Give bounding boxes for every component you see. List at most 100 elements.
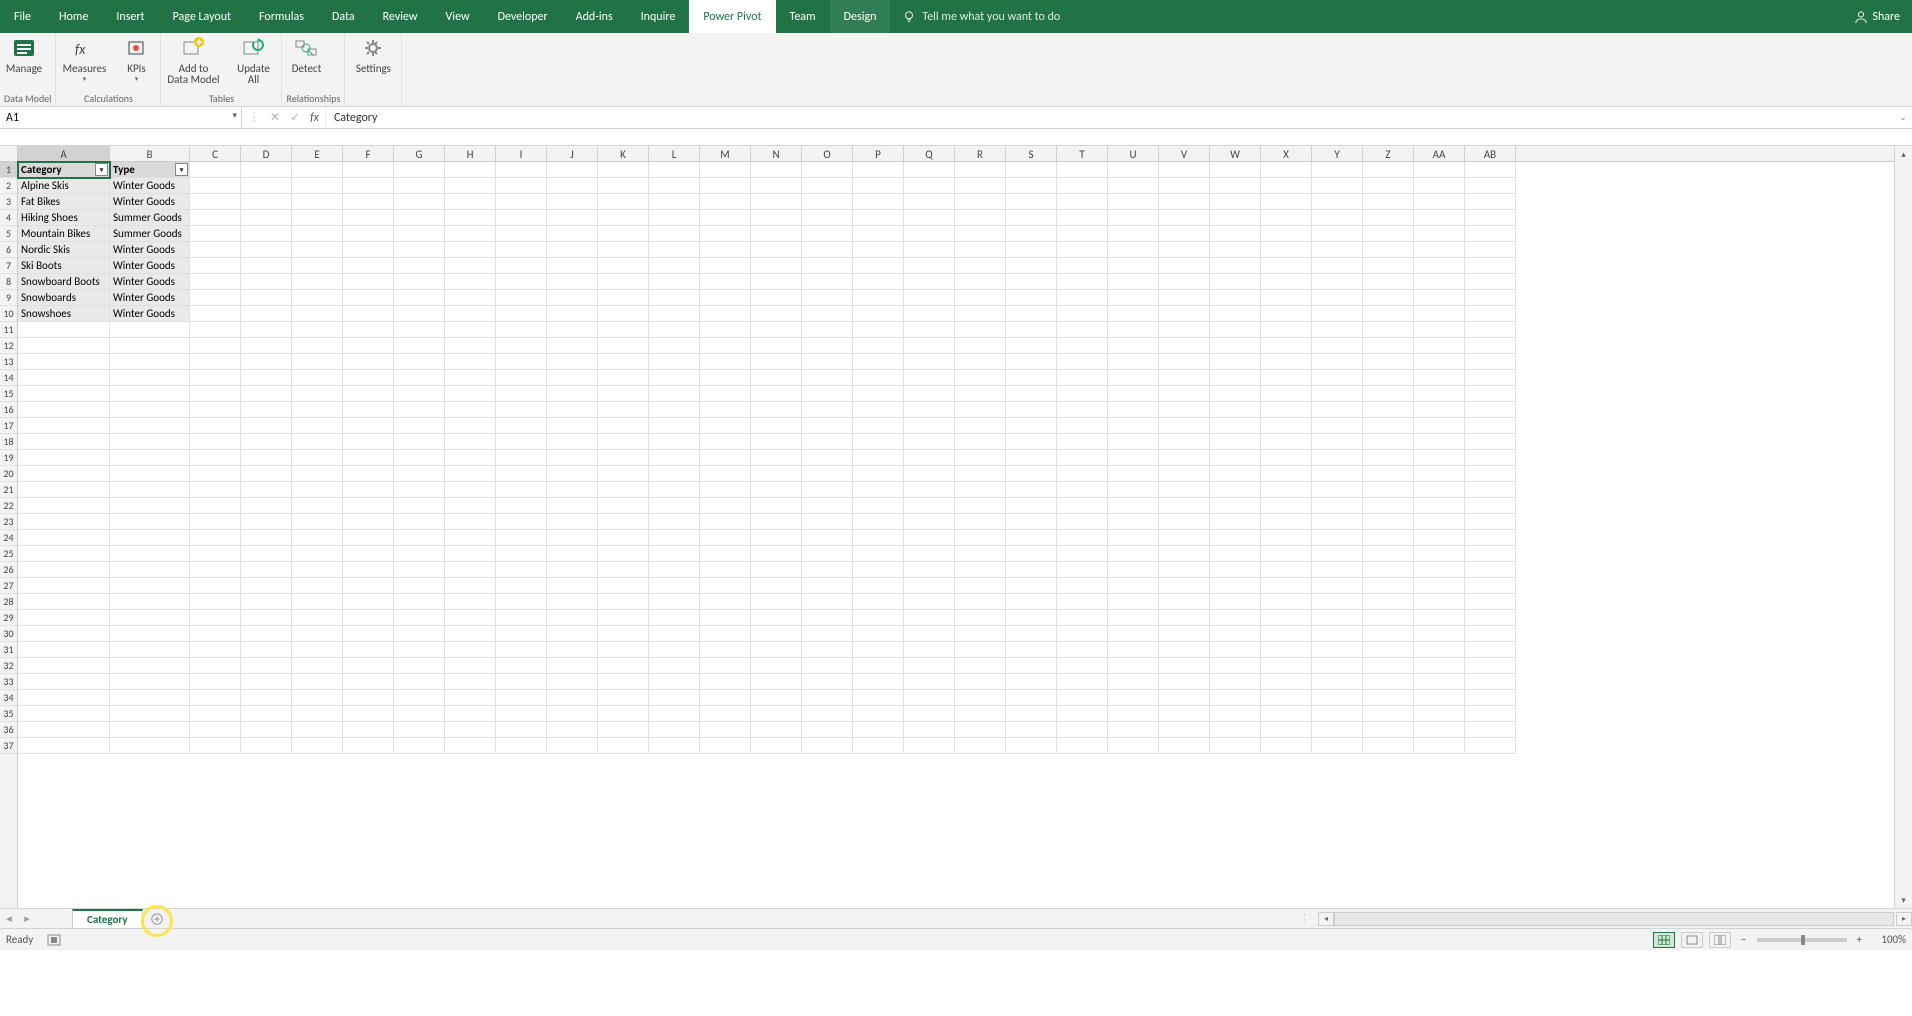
cell-J27[interactable] (547, 578, 598, 594)
menu-tab-view[interactable]: View (432, 0, 484, 33)
cell-T34[interactable] (1057, 690, 1108, 706)
cell-E14[interactable] (292, 370, 343, 386)
cell-AA9[interactable] (1414, 290, 1465, 306)
cell-J15[interactable] (547, 386, 598, 402)
cell-AB14[interactable] (1465, 370, 1516, 386)
cell-H29[interactable] (445, 610, 496, 626)
cell-O21[interactable] (802, 482, 853, 498)
cell-AB17[interactable] (1465, 418, 1516, 434)
cell-C26[interactable] (190, 562, 241, 578)
cell-C20[interactable] (190, 466, 241, 482)
cell-H18[interactable] (445, 434, 496, 450)
cell-V27[interactable] (1159, 578, 1210, 594)
cell-O32[interactable] (802, 658, 853, 674)
menu-tab-data[interactable]: Data (318, 0, 369, 33)
cell-Z32[interactable] (1363, 658, 1414, 674)
cell-Y13[interactable] (1312, 354, 1363, 370)
cell-C14[interactable] (190, 370, 241, 386)
cell-F14[interactable] (343, 370, 394, 386)
cell-I3[interactable] (496, 194, 547, 210)
column-header-L[interactable]: L (649, 146, 700, 162)
cell-W4[interactable] (1210, 210, 1261, 226)
cell-B34[interactable] (110, 690, 190, 706)
cell-V8[interactable] (1159, 274, 1210, 290)
cell-M15[interactable] (700, 386, 751, 402)
cell-AA33[interactable] (1414, 674, 1465, 690)
cell-AA20[interactable] (1414, 466, 1465, 482)
cell-M1[interactable] (700, 162, 751, 178)
cell-R31[interactable] (955, 642, 1006, 658)
cell-P37[interactable] (853, 738, 904, 754)
cell-L5[interactable] (649, 226, 700, 242)
cell-Y23[interactable] (1312, 514, 1363, 530)
cell-U20[interactable] (1108, 466, 1159, 482)
cell-X34[interactable] (1261, 690, 1312, 706)
cell-M10[interactable] (700, 306, 751, 322)
cell-G18[interactable] (394, 434, 445, 450)
menu-tab-review[interactable]: Review (369, 0, 432, 33)
cell-I36[interactable] (496, 722, 547, 738)
cell-K27[interactable] (598, 578, 649, 594)
cell-B3[interactable]: Winter Goods (110, 194, 190, 210)
cell-R3[interactable] (955, 194, 1006, 210)
cell-AA14[interactable] (1414, 370, 1465, 386)
row-header-37[interactable]: 37 (0, 738, 17, 754)
cell-X11[interactable] (1261, 322, 1312, 338)
cell-D4[interactable] (241, 210, 292, 226)
cell-E17[interactable] (292, 418, 343, 434)
cell-J22[interactable] (547, 498, 598, 514)
row-header-25[interactable]: 25 (0, 546, 17, 562)
cell-X3[interactable] (1261, 194, 1312, 210)
cell-F20[interactable] (343, 466, 394, 482)
cell-G22[interactable] (394, 498, 445, 514)
row-header-17[interactable]: 17 (0, 418, 17, 434)
column-header-X[interactable]: X (1261, 146, 1312, 162)
column-header-N[interactable]: N (751, 146, 802, 162)
cell-D30[interactable] (241, 626, 292, 642)
cell-B11[interactable] (110, 322, 190, 338)
cell-T11[interactable] (1057, 322, 1108, 338)
cell-AA28[interactable] (1414, 594, 1465, 610)
cell-Q36[interactable] (904, 722, 955, 738)
cell-J8[interactable] (547, 274, 598, 290)
row-header-13[interactable]: 13 (0, 354, 17, 370)
cell-T7[interactable] (1057, 258, 1108, 274)
enter-formula-icon[interactable]: ✓ (290, 110, 300, 125)
cell-X23[interactable] (1261, 514, 1312, 530)
cell-V23[interactable] (1159, 514, 1210, 530)
cell-O9[interactable] (802, 290, 853, 306)
cell-C25[interactable] (190, 546, 241, 562)
cell-H30[interactable] (445, 626, 496, 642)
cell-H24[interactable] (445, 530, 496, 546)
cell-N35[interactable] (751, 706, 802, 722)
cell-C22[interactable] (190, 498, 241, 514)
cell-N14[interactable] (751, 370, 802, 386)
cell-P22[interactable] (853, 498, 904, 514)
cell-C1[interactable] (190, 162, 241, 178)
cell-K32[interactable] (598, 658, 649, 674)
cell-L1[interactable] (649, 162, 700, 178)
cell-L36[interactable] (649, 722, 700, 738)
cell-S2[interactable] (1006, 178, 1057, 194)
cell-H16[interactable] (445, 402, 496, 418)
cell-E8[interactable] (292, 274, 343, 290)
cell-Y3[interactable] (1312, 194, 1363, 210)
row-header-23[interactable]: 23 (0, 514, 17, 530)
cell-R11[interactable] (955, 322, 1006, 338)
cell-U2[interactable] (1108, 178, 1159, 194)
cell-J26[interactable] (547, 562, 598, 578)
cell-F1[interactable] (343, 162, 394, 178)
cell-T2[interactable] (1057, 178, 1108, 194)
cell-D13[interactable] (241, 354, 292, 370)
cell-AA34[interactable] (1414, 690, 1465, 706)
cell-I14[interactable] (496, 370, 547, 386)
cell-A24[interactable] (18, 530, 110, 546)
cell-AA37[interactable] (1414, 738, 1465, 754)
cell-B10[interactable]: Winter Goods (110, 306, 190, 322)
cell-Q5[interactable] (904, 226, 955, 242)
cell-M19[interactable] (700, 450, 751, 466)
cell-Q6[interactable] (904, 242, 955, 258)
cell-Y2[interactable] (1312, 178, 1363, 194)
select-all-corner[interactable] (0, 146, 18, 162)
cell-V33[interactable] (1159, 674, 1210, 690)
